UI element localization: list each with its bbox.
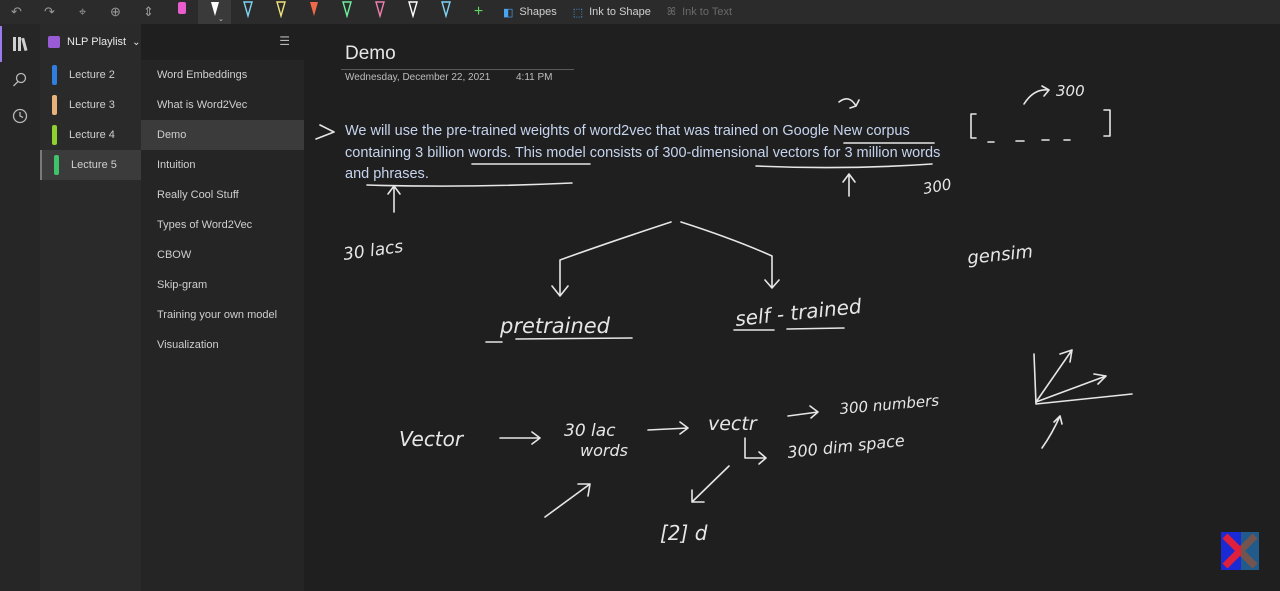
page-item-intuition[interactable]: Intuition — [141, 150, 304, 180]
ink-text-vector: Vector — [399, 427, 465, 451]
ink-text-gensim: gensim — [966, 241, 1034, 269]
page-item-word-embeddings[interactable]: Word Embeddings — [141, 60, 304, 90]
section-color-tab — [54, 155, 59, 175]
pen-red[interactable] — [297, 0, 330, 24]
lasso-select-icon[interactable]: ⊕ — [99, 0, 132, 24]
highlighter-pen-pink[interactable] — [165, 0, 198, 24]
add-pen-icon[interactable]: + — [462, 0, 495, 24]
pen-yellow[interactable] — [264, 0, 297, 24]
note-canvas[interactable]: Demo Wednesday, December 22, 2021 4:11 P… — [304, 24, 1280, 591]
ink-arrow-upright — [544, 483, 591, 518]
ink-curl-2 — [1041, 415, 1063, 449]
ink-vector-1 — [1035, 349, 1073, 403]
ink-branch-left — [551, 221, 672, 297]
ink-to-text-icon: ꕤ — [666, 5, 677, 18]
page-item-cbow[interactable]: CBOW — [141, 240, 304, 270]
section-item-lecture-5[interactable]: Lecture 5 — [40, 150, 141, 180]
ink-underline-pretrained — [485, 337, 633, 343]
section-item-lecture-3[interactable]: Lecture 3 — [40, 90, 141, 120]
chevron-down-icon: ⌄ — [132, 36, 141, 48]
ink-arrow-up-left — [387, 185, 401, 213]
notebook-selector[interactable]: NLP Playlist ⌄ ☰ — [40, 24, 304, 60]
ink-drawing-layer: 30 lacs 300 300 gensim pretrained self -… — [315, 82, 1133, 545]
ink-text-vectr: vectr — [708, 413, 758, 435]
type-select-icon[interactable]: ⌖ — [66, 0, 99, 24]
page-item-really-cool-stuff[interactable]: Really Cool Stuff — [141, 180, 304, 210]
ink-text-300-top: 300 — [1056, 82, 1085, 100]
redo-icon[interactable]: ↷ — [33, 0, 66, 24]
ink-branch-right — [680, 221, 780, 289]
svg-text:⌄: ⌄ — [218, 16, 224, 22]
page-item-what-is-word2vec[interactable]: What is Word2Vec — [141, 90, 304, 120]
section-item-lecture-2[interactable]: Lecture 2 — [40, 60, 141, 90]
ink-to-shape-icon: ⬚ — [572, 6, 584, 19]
section-color-tab — [52, 65, 57, 85]
page-item-visualization[interactable]: Visualization — [141, 330, 304, 360]
pen-rose[interactable] — [363, 0, 396, 24]
ink-bracket-dashes — [987, 139, 1071, 143]
ink-to-shape-button[interactable]: ⬚ Ink to Shape — [565, 0, 659, 24]
page-item-training-your-own-model[interactable]: Training your own model — [141, 300, 304, 330]
ink-arrow-hook — [744, 437, 767, 465]
add-space-icon[interactable]: ⇕ — [132, 0, 165, 24]
ink-300-arrow — [1023, 85, 1050, 105]
ink-text-300-dim: 300 dim space — [786, 431, 905, 462]
section-item-lecture-4[interactable]: Lecture 4 — [40, 120, 141, 150]
page-item-types-of-word2vec[interactable]: Types of Word2Vec — [141, 210, 304, 240]
ink-underline-million — [366, 182, 573, 187]
notebooks-icon[interactable] — [0, 26, 40, 62]
ink-arrow-3 — [787, 405, 819, 419]
undo-icon[interactable]: ↶ — [0, 0, 33, 24]
ink-bracket-left — [970, 113, 977, 139]
ink-text-300-numbers: 300 numbers — [839, 391, 940, 418]
pen-blue[interactable] — [231, 0, 264, 24]
ink-text-pretrained: pretrained — [499, 314, 611, 338]
ink-text-300-side: 300 — [922, 175, 953, 198]
page-item-demo[interactable]: Demo — [141, 120, 304, 150]
pen-white-selected[interactable]: ⌄ — [198, 0, 231, 24]
recent-icon[interactable] — [0, 98, 40, 134]
ink-curl-arrow — [838, 98, 860, 109]
pen-cyan[interactable] — [429, 0, 462, 24]
shapes-icon: ◧ — [503, 6, 514, 19]
pages-pane: Word Embeddings What is Word2Vec Demo In… — [141, 60, 304, 591]
section-list: Lecture 2 Lecture 3 Lecture 4 Lecture 5 — [40, 60, 141, 180]
ink-text-30-lac: 30 lac — [564, 421, 616, 441]
sort-icon[interactable]: ☰ — [279, 34, 290, 48]
notebook-icon — [48, 36, 60, 48]
ink-text-2d: [2] d — [660, 521, 708, 545]
ink-text-selftrained: self - trained — [734, 294, 863, 331]
search-icon[interactable] — [0, 62, 40, 98]
ink-arrow-right — [315, 124, 335, 140]
ink-arrow-up-right — [842, 173, 856, 197]
ink-text-lacs: 30 lacs — [342, 237, 405, 265]
ink-arrow-2 — [647, 421, 689, 435]
pen-white-2[interactable] — [396, 0, 429, 24]
ink-underline-dims — [755, 163, 933, 169]
ink-arrow-1 — [499, 431, 541, 445]
ink-text-words: words — [580, 441, 628, 460]
section-color-tab — [52, 95, 57, 115]
section-color-tab — [52, 125, 57, 145]
ink-to-text-button[interactable]: ꕤ Ink to Text — [659, 0, 740, 24]
pen-green[interactable] — [330, 0, 363, 24]
ribbon-toolbar: ↶ ↷ ⌖ ⊕ ⇕ ⌄ + ◧ Shapes ⬚ Ink to Shape ꕤ Ink… — [0, 0, 1280, 24]
left-rail — [0, 24, 40, 591]
watermark-logo — [1221, 532, 1259, 570]
ink-bracket-right — [1103, 109, 1111, 137]
page-item-skip-gram[interactable]: Skip-gram — [141, 270, 304, 300]
notebook-name: NLP Playlist — [67, 36, 127, 48]
ink-arrow-down — [691, 465, 730, 503]
shapes-button[interactable]: ◧ Shapes — [495, 0, 565, 24]
